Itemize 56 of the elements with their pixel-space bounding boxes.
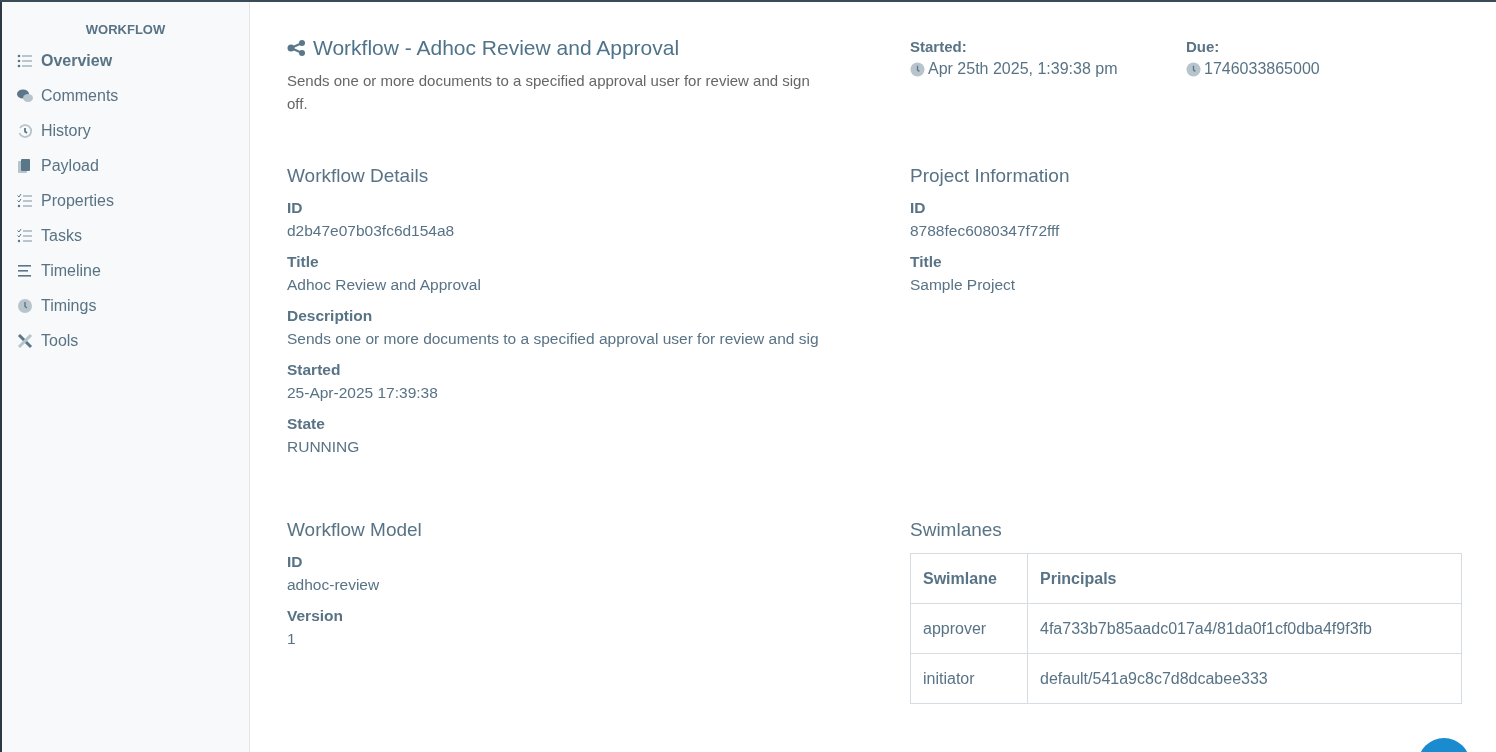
date-value: 1746033865000 xyxy=(1204,60,1320,78)
field-label: ID xyxy=(910,199,927,217)
checklist-icon xyxy=(17,227,33,244)
field-label: Description xyxy=(287,307,374,325)
sidebar-item[interactable]: Tasks xyxy=(2,218,249,253)
tools-icon xyxy=(17,332,33,349)
column-header: Principals xyxy=(1027,553,1462,604)
checklist-icon xyxy=(17,192,33,209)
field-label: Title xyxy=(910,253,943,271)
field-label: ID xyxy=(287,553,304,571)
section-heading: Project Information xyxy=(910,165,1071,187)
field-value: Adhoc Review and Approval xyxy=(287,276,482,294)
sidebar-item[interactable]: Payload xyxy=(2,148,249,183)
list-icon xyxy=(17,52,33,69)
table-cell: default/541a9c8c7d8dcabee333 xyxy=(1027,653,1462,704)
sidebar-item[interactable]: Tools xyxy=(2,323,249,358)
sidebar-item[interactable]: Comments xyxy=(2,78,249,113)
page-title: Workflow - Adhoc Review and Approval xyxy=(313,36,680,60)
sidebar-item[interactable]: Properties xyxy=(2,183,249,218)
section-heading: Workflow Model xyxy=(287,519,423,541)
field-value: adhoc-review xyxy=(287,576,381,594)
column-header: Swimlane xyxy=(910,553,1028,604)
sidebar-item[interactable]: History xyxy=(2,113,249,148)
sidebar-heading: WORKFLOW xyxy=(84,22,167,37)
sidebar-item[interactable]: Timings xyxy=(2,288,249,323)
clock-icon xyxy=(1186,61,1201,77)
history-icon xyxy=(17,122,33,139)
field-value: Sample Project xyxy=(910,276,1017,294)
field-value: 25-Apr-2025 17:39:38 xyxy=(287,384,439,402)
section-heading: Workflow Details xyxy=(287,165,430,187)
field-value: Sends one or more documents to a specified approval user for review and sig xyxy=(287,330,820,348)
field-value: 1 xyxy=(287,630,297,648)
sidebar-item[interactable]: Overview xyxy=(2,43,249,78)
clock-icon xyxy=(910,61,925,77)
field-label: ID xyxy=(287,199,304,217)
field-value: RUNNING xyxy=(287,438,361,456)
table-cell: approver xyxy=(910,603,1028,654)
documents-icon xyxy=(17,157,33,174)
table-cell: initiator xyxy=(910,653,1028,704)
field-value: d2b47e07b03fc6d154a8 xyxy=(287,222,456,240)
date-label: Started: xyxy=(910,38,968,55)
field-label: Started xyxy=(287,361,342,379)
clock-icon xyxy=(17,297,33,314)
chat-bubbles-icon xyxy=(17,87,33,104)
sidebar-item[interactable]: Timeline xyxy=(2,253,249,288)
section-heading: Swimlanes xyxy=(910,519,1003,541)
table-cell: 4fa733b7b85aadc017a4/81da0f1cf0dba4f9f3fb xyxy=(1027,603,1462,654)
lines-icon xyxy=(17,262,33,279)
field-value: 8788fec6080347f72fff xyxy=(910,222,1061,240)
date-value: Apr 25th 2025, 1:39:38 pm xyxy=(928,60,1118,78)
share-nodes-icon xyxy=(287,40,307,56)
field-label: Version xyxy=(287,607,344,625)
field-label: Title xyxy=(287,253,320,271)
workflow-description: Sends one or more documents to a specified approval user for review and sign off. xyxy=(287,71,811,114)
date-label: Due: xyxy=(1186,38,1221,55)
field-label: State xyxy=(287,415,326,433)
